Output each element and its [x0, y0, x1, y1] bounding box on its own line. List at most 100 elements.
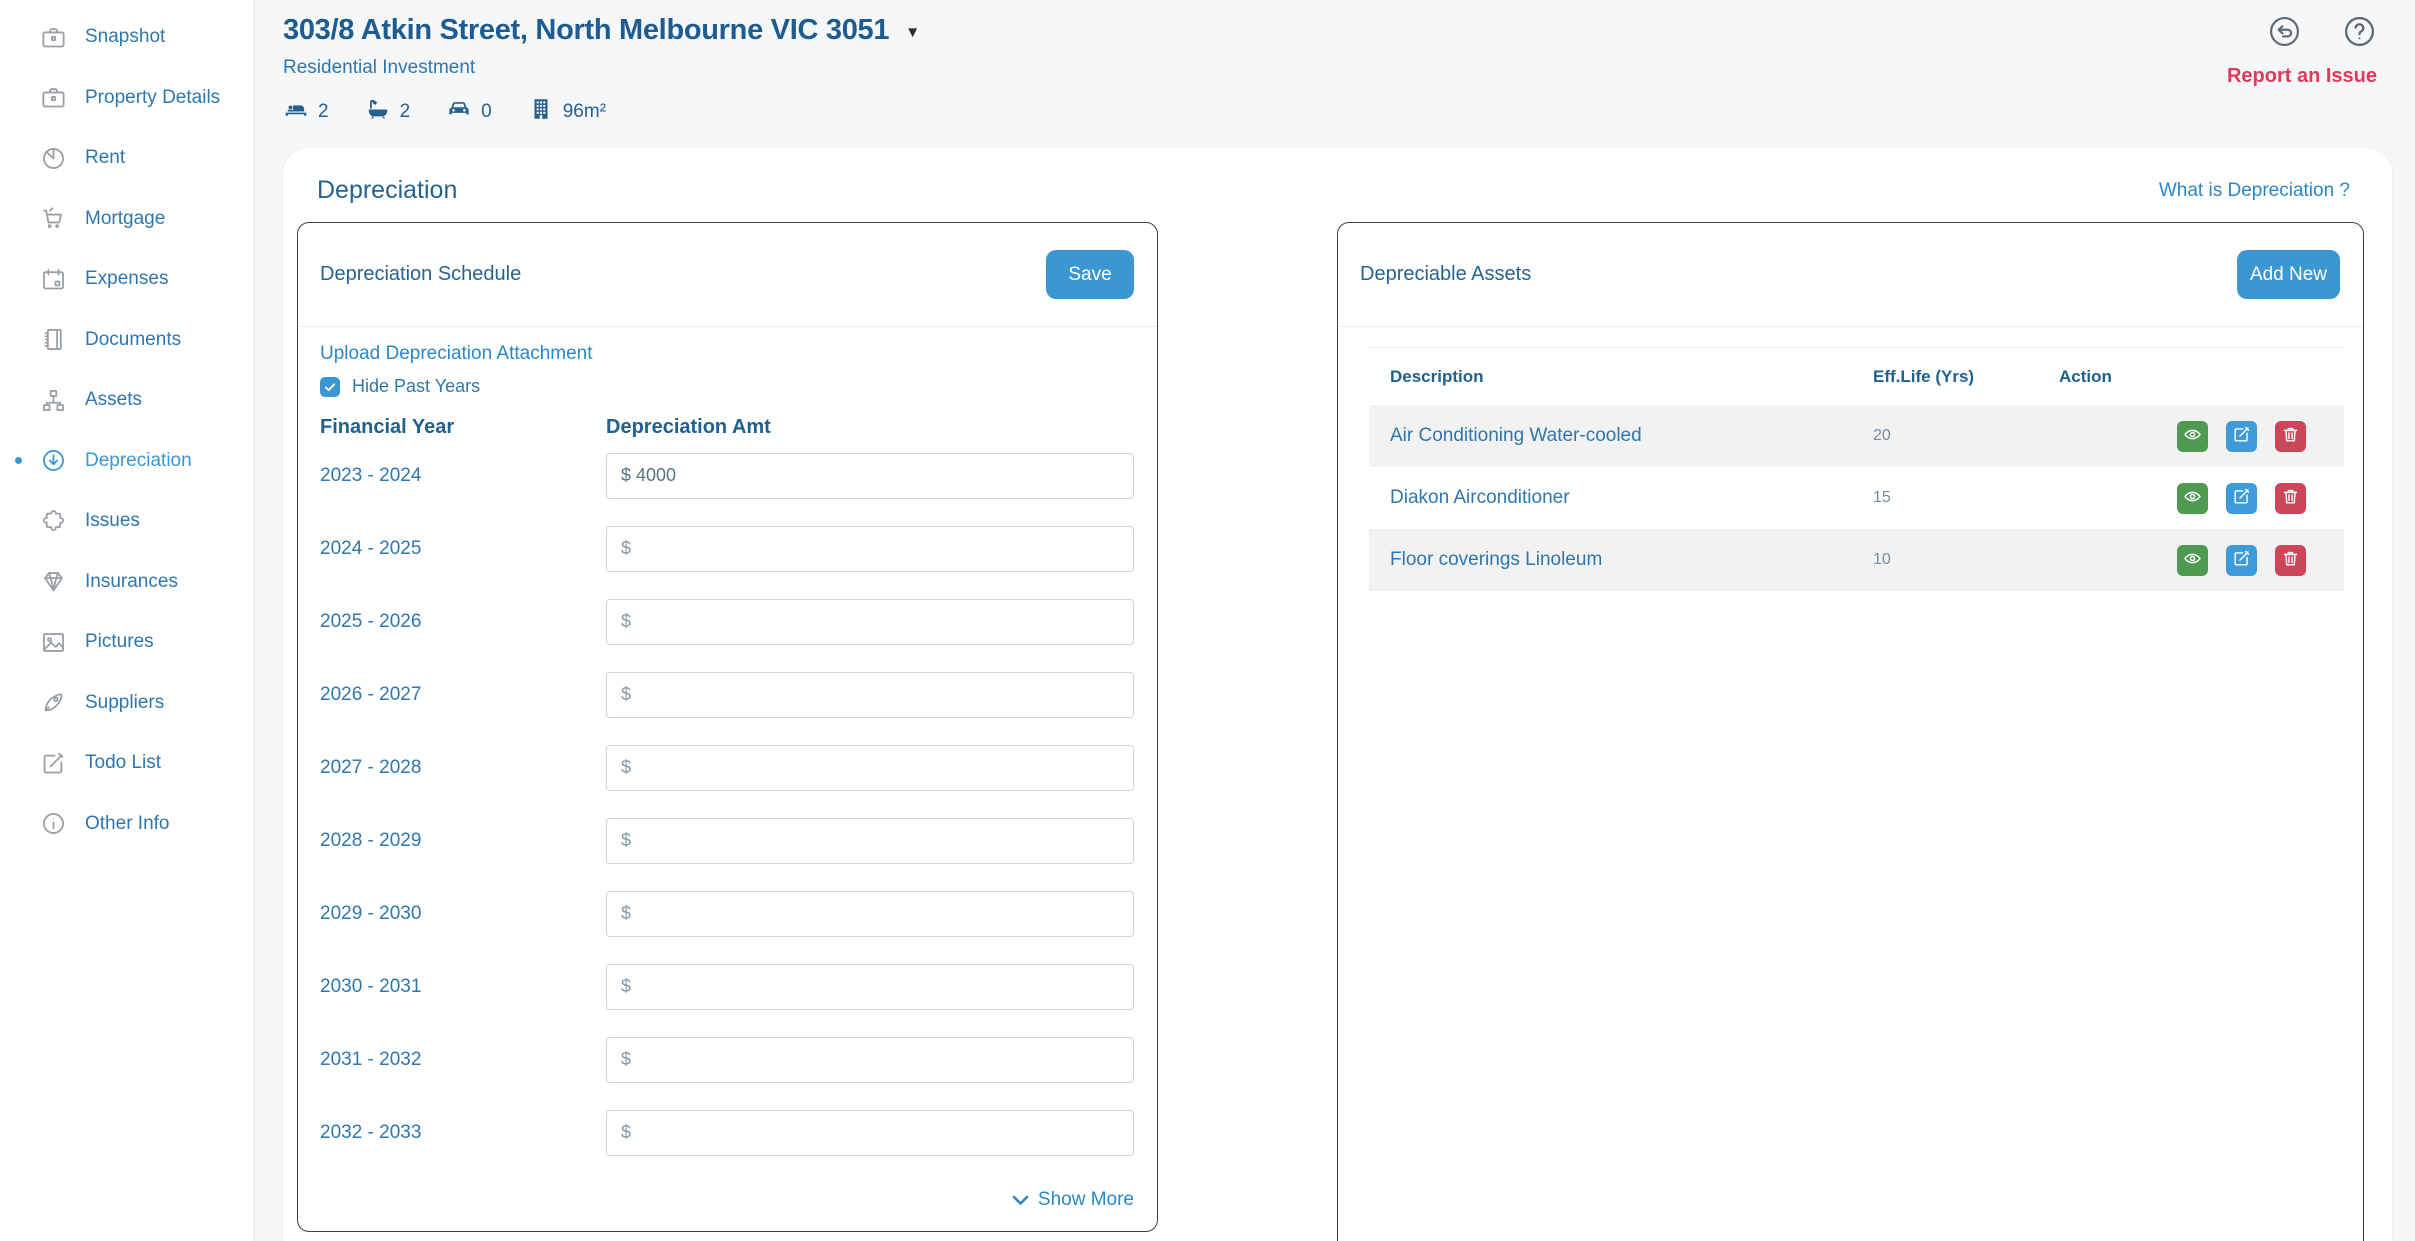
- depreciation-amount-input[interactable]: [606, 891, 1134, 937]
- property-summary: 303/8 Atkin Street, North Melbourne VIC …: [283, 14, 920, 127]
- depreciation-amount-input[interactable]: [606, 453, 1134, 499]
- property-address-dropdown[interactable]: 303/8 Atkin Street, North Melbourne VIC …: [283, 14, 920, 47]
- assets-panel-title: Depreciable Assets: [1360, 263, 1531, 286]
- depreciation-amount-input[interactable]: [606, 672, 1134, 718]
- sidebar-item-label: Depreciation: [85, 450, 192, 472]
- sidebar-item-suppliers[interactable]: Suppliers: [0, 673, 254, 734]
- asset-table-row: Air Conditioning Water-cooled 20: [1369, 405, 2344, 467]
- page-title: Depreciation: [317, 176, 457, 205]
- calendar-icon: [40, 266, 67, 293]
- depreciation-amount-input[interactable]: [606, 1110, 1134, 1156]
- schedule-rows: 2023 - 2024 2024 - 2025 2025 - 2026 2026…: [320, 439, 1134, 1169]
- edit-square-icon: [40, 750, 67, 777]
- schedule-panel-header: Depreciation Schedule Save: [298, 223, 1157, 327]
- save-button[interactable]: Save: [1046, 250, 1134, 299]
- stat-value: 96m²: [563, 101, 606, 123]
- financial-year-label: 2026 - 2027: [320, 684, 606, 706]
- sidebar-item-label: Assets: [85, 389, 142, 411]
- schedule-row: 2028 - 2029: [320, 804, 1134, 877]
- upload-attachment-link[interactable]: Upload Depreciation Attachment: [320, 343, 593, 365]
- delete-button[interactable]: [2275, 421, 2306, 452]
- sitemap-icon: [40, 387, 67, 414]
- sidebar-item-snapshot[interactable]: Snapshot: [0, 7, 254, 68]
- show-more-link[interactable]: Show More: [1012, 1189, 1134, 1211]
- delete-button[interactable]: [2275, 483, 2306, 514]
- assets-table-body: Air Conditioning Water-cooled 20 Diakon …: [1369, 405, 2344, 591]
- car-icon: [446, 96, 472, 127]
- depreciation-amount-input[interactable]: [606, 1037, 1134, 1083]
- sidebar-item-depreciation[interactable]: Depreciation: [0, 431, 254, 492]
- briefcase-icon: [40, 24, 67, 51]
- edit-button[interactable]: [2226, 545, 2257, 576]
- depreciation-schedule-panel: Depreciation Schedule Save Upload Deprec…: [297, 222, 1158, 1232]
- sidebar-item-todo-list[interactable]: Todo List: [0, 733, 254, 794]
- asset-eff-life: 20: [1873, 427, 2059, 445]
- sidebar-item-rent[interactable]: Rent: [0, 128, 254, 189]
- sidebar-item-label: Expenses: [85, 268, 168, 290]
- schedule-row: 2026 - 2027: [320, 658, 1134, 731]
- view-button[interactable]: [2177, 421, 2208, 452]
- sidebar-nav: Snapshot Property Details Rent Mortgage …: [0, 7, 254, 854]
- sidebar-item-insurances[interactable]: Insurances: [0, 552, 254, 613]
- financial-year-label: 2030 - 2031: [320, 976, 606, 998]
- schedule-row: 2023 - 2024: [320, 439, 1134, 512]
- depreciation-amount-input[interactable]: [606, 599, 1134, 645]
- header-icons: [2267, 14, 2377, 49]
- stat-building: 96m²: [528, 96, 606, 127]
- puzzle-icon: [40, 508, 67, 535]
- sidebar-item-expenses[interactable]: Expenses: [0, 249, 254, 310]
- sidebar-item-pictures[interactable]: Pictures: [0, 612, 254, 673]
- hide-past-years-label: Hide Past Years: [352, 376, 480, 397]
- depreciable-assets-panel: Depreciable Assets Add New Description E…: [1337, 222, 2364, 1241]
- asset-eff-life: 10: [1873, 551, 2059, 569]
- checkbox-checked-icon[interactable]: [320, 377, 340, 397]
- sidebar-item-other-info[interactable]: Other Info: [0, 794, 254, 855]
- view-button[interactable]: [2177, 545, 2208, 576]
- stat-car: 0: [446, 96, 492, 127]
- edit-button[interactable]: [2226, 421, 2257, 452]
- what-is-depreciation-link[interactable]: What is Depreciation ?: [2159, 180, 2350, 202]
- stat-bath: 2: [365, 96, 411, 127]
- diamond-icon: [40, 568, 67, 595]
- sidebar-item-mortgage[interactable]: Mortgage: [0, 189, 254, 250]
- sidebar-item-issues[interactable]: Issues: [0, 491, 254, 552]
- depreciation-amount-input[interactable]: [606, 964, 1134, 1010]
- schedule-row: 2031 - 2032: [320, 1023, 1134, 1096]
- action-column-header: Action: [2059, 367, 2344, 387]
- help-icon[interactable]: [2342, 14, 2377, 49]
- financial-year-label: 2031 - 2032: [320, 1049, 606, 1071]
- sidebar-item-property-details[interactable]: Property Details: [0, 68, 254, 129]
- asset-description: Diakon Airconditioner: [1369, 487, 1873, 509]
- asset-actions: [2059, 421, 2344, 452]
- stat-value: 2: [318, 101, 329, 123]
- hide-past-years-checkbox-row[interactable]: Hide Past Years: [320, 376, 1134, 397]
- back-icon[interactable]: [2267, 14, 2302, 49]
- add-new-button[interactable]: Add New: [2237, 250, 2340, 299]
- sidebar-item-documents[interactable]: Documents: [0, 310, 254, 371]
- depreciation-amount-input[interactable]: [606, 818, 1134, 864]
- report-an-issue-link[interactable]: Report an Issue: [2227, 65, 2377, 88]
- info-circle-icon: [40, 810, 67, 837]
- sidebar-item-label: Suppliers: [85, 692, 164, 714]
- schedule-row: 2032 - 2033: [320, 1096, 1134, 1169]
- financial-year-label: 2027 - 2028: [320, 757, 606, 779]
- edit-button[interactable]: [2226, 483, 2257, 514]
- financial-year-label: 2025 - 2026: [320, 611, 606, 633]
- schedule-column-headers: Financial Year Depreciation Amt: [320, 416, 1134, 439]
- sidebar-item-assets[interactable]: Assets: [0, 370, 254, 431]
- assets-table: Description Eff.Life (Yrs) Action Air Co…: [1369, 347, 2344, 591]
- cart-icon: [40, 205, 67, 232]
- view-button[interactable]: [2177, 483, 2208, 514]
- asset-description: Floor coverings Linoleum: [1369, 549, 1873, 571]
- depreciation-amount-input[interactable]: [606, 745, 1134, 791]
- asset-description: Air Conditioning Water-cooled: [1369, 425, 1873, 447]
- trash-icon: [2281, 425, 2300, 447]
- delete-button[interactable]: [2275, 545, 2306, 576]
- asset-eff-life: 15: [1873, 489, 2059, 507]
- schedule-row: 2030 - 2031: [320, 950, 1134, 1023]
- sidebar-item-label: Todo List: [85, 752, 161, 774]
- schedule-row: 2029 - 2030: [320, 877, 1134, 950]
- asset-actions: [2059, 483, 2344, 514]
- depreciation-amount-input[interactable]: [606, 526, 1134, 572]
- download-circle-icon: [40, 447, 67, 474]
